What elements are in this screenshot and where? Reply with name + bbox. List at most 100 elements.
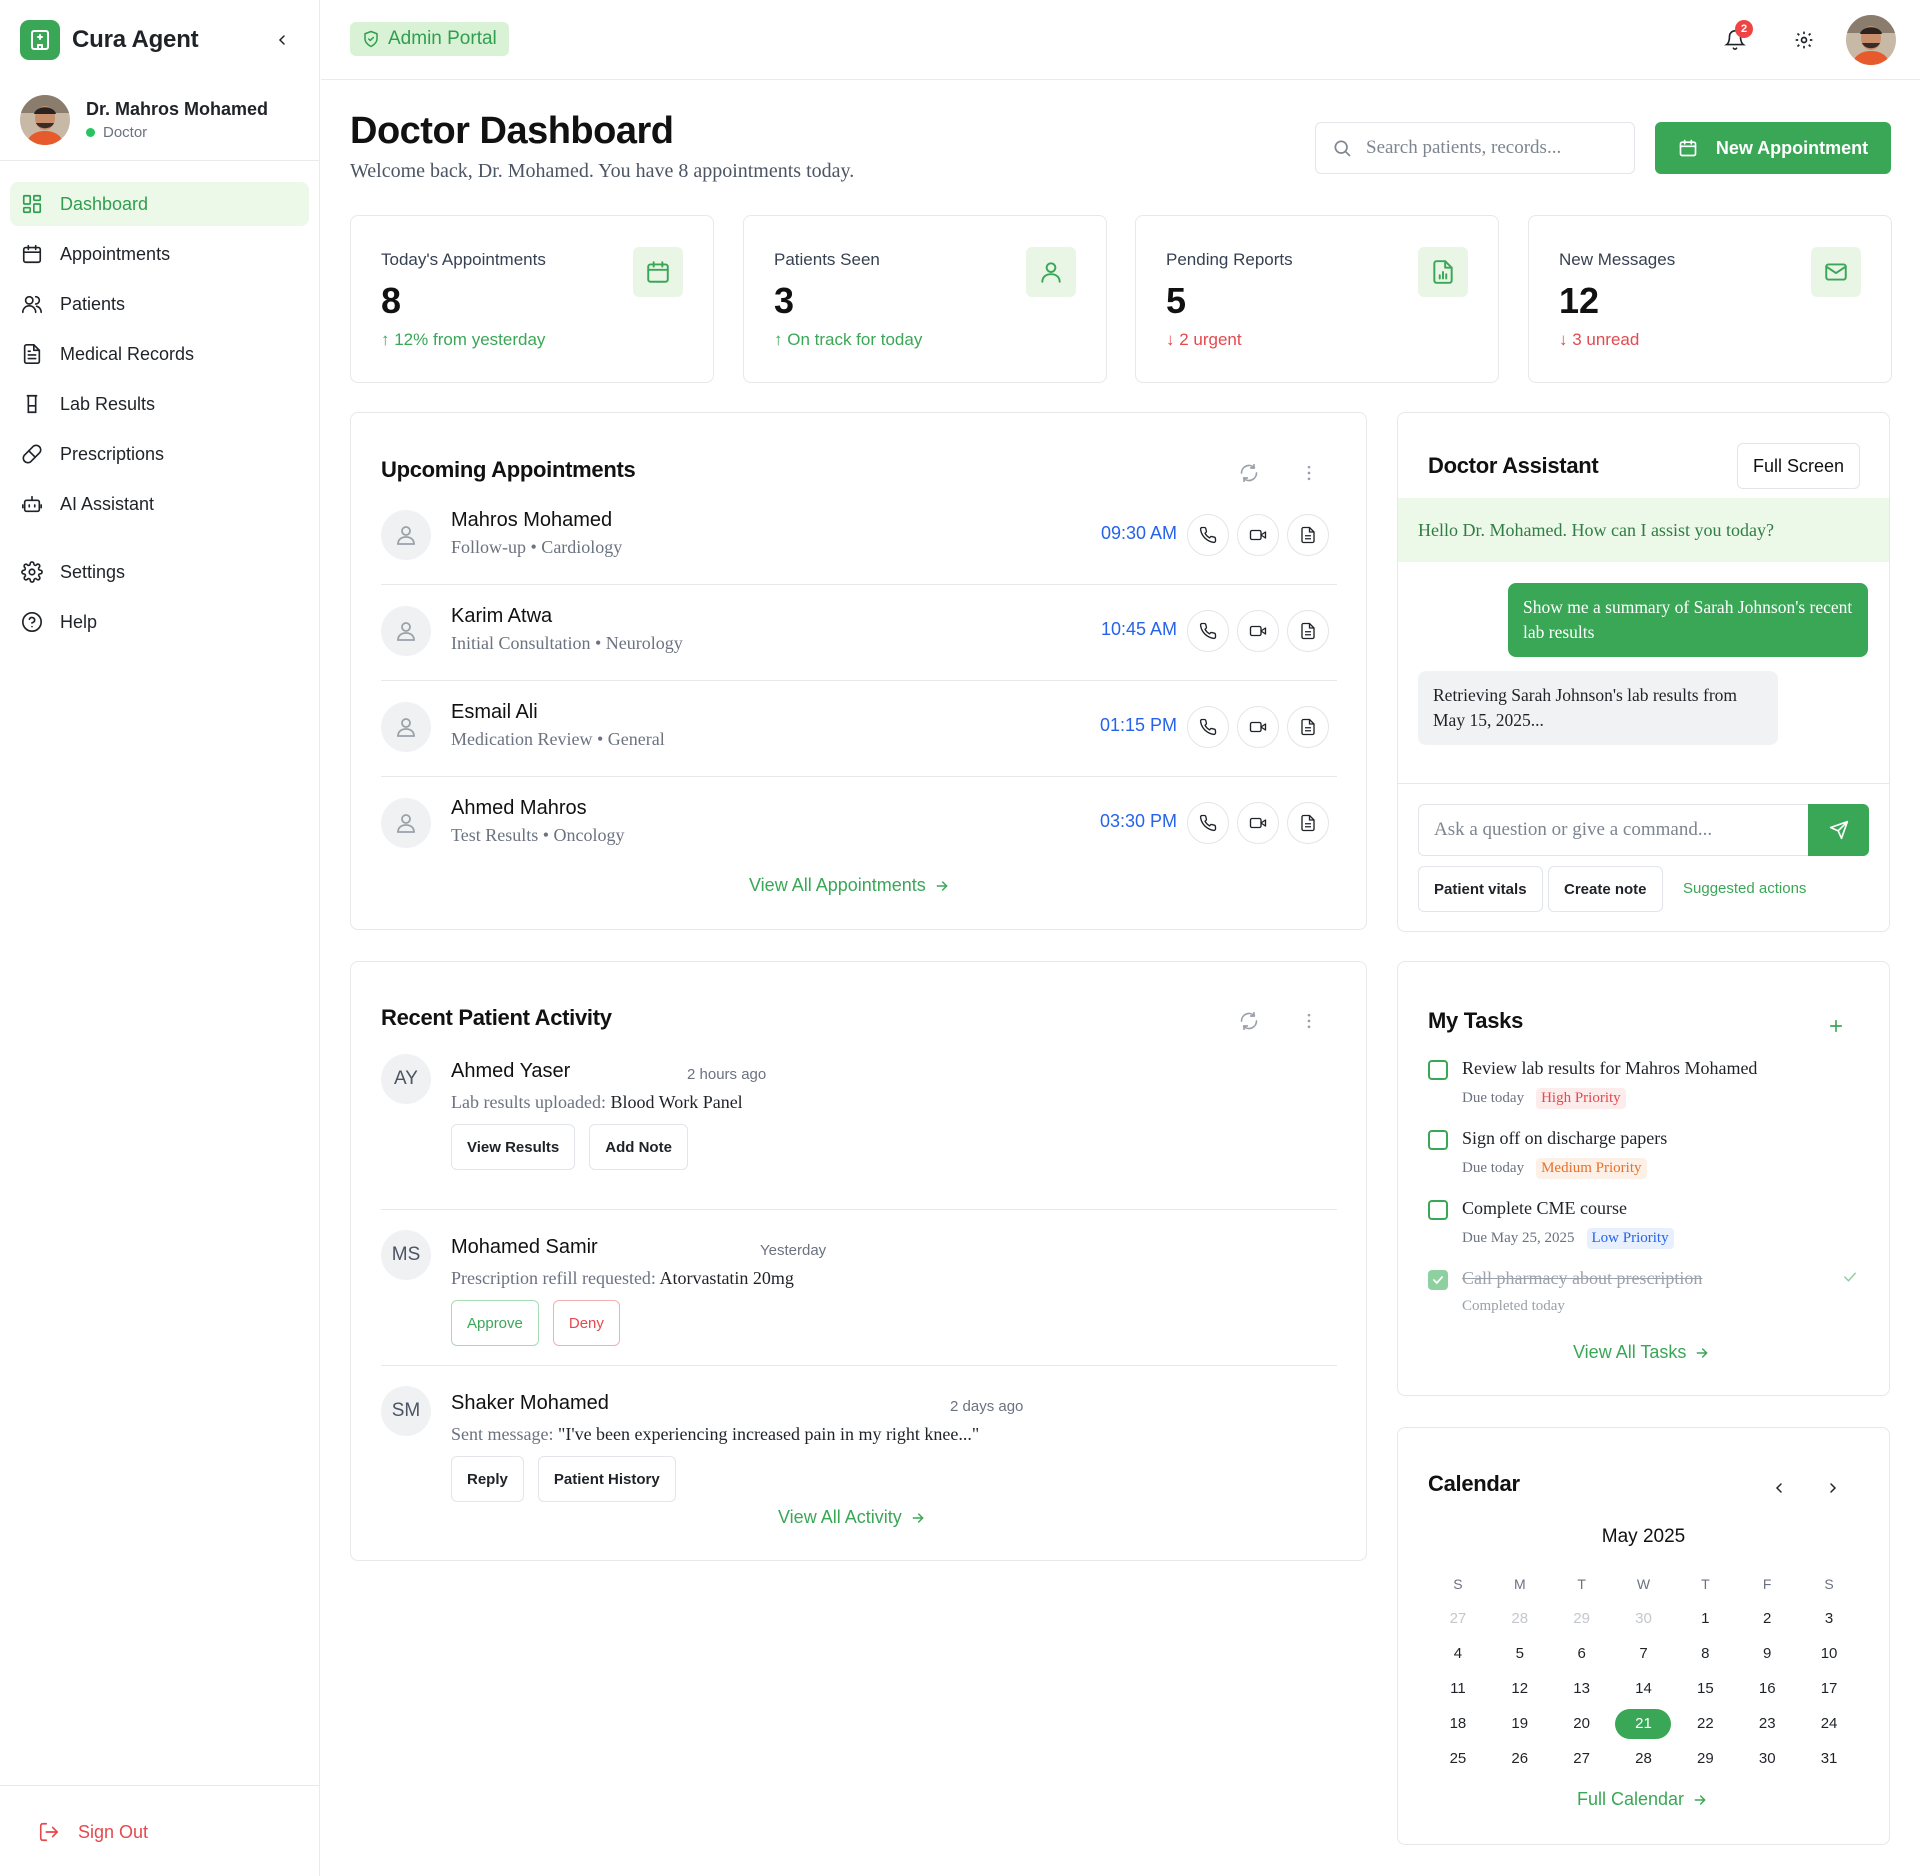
approve-button[interactable]: Approve bbox=[451, 1300, 539, 1346]
sidebar-item-prescriptions[interactable]: Prescriptions bbox=[10, 432, 309, 476]
search-box[interactable] bbox=[1315, 122, 1635, 174]
add-task-button[interactable] bbox=[1822, 1012, 1850, 1040]
view-record-button[interactable] bbox=[1287, 610, 1329, 652]
video-call-button[interactable] bbox=[1237, 514, 1279, 556]
appointment-row[interactable]: Esmail Ali Medication Review • General 0… bbox=[381, 681, 1337, 777]
refresh-button[interactable] bbox=[1235, 1007, 1263, 1035]
call-button[interactable] bbox=[1187, 514, 1229, 556]
sidebar-item-appointments[interactable]: Appointments bbox=[10, 232, 309, 276]
user-avatar-button[interactable] bbox=[1846, 15, 1896, 65]
send-button[interactable] bbox=[1808, 804, 1869, 856]
calendar-day[interactable]: 7 bbox=[1613, 1636, 1675, 1671]
previous-month-button[interactable] bbox=[1765, 1474, 1793, 1502]
appointment-row[interactable]: Karim Atwa Initial Consultation • Neurol… bbox=[381, 585, 1337, 681]
calendar-day[interactable]: 30 bbox=[1736, 1741, 1798, 1776]
notifications-button[interactable]: 2 bbox=[1719, 20, 1753, 56]
search-input[interactable] bbox=[1366, 137, 1626, 159]
calendar-day[interactable]: 14 bbox=[1613, 1671, 1675, 1706]
calendar-day[interactable]: 9 bbox=[1736, 1636, 1798, 1671]
settings-button[interactable] bbox=[1788, 24, 1820, 56]
refresh-button[interactable] bbox=[1235, 459, 1263, 487]
stat-card-patients-seen[interactable]: Patients Seen 3 ↑ On track for today bbox=[743, 215, 1107, 383]
calendar-day[interactable]: 24 bbox=[1798, 1706, 1860, 1741]
task-checkbox[interactable] bbox=[1428, 1270, 1448, 1290]
sidebar-item-help[interactable]: Help bbox=[10, 600, 309, 644]
calendar-day[interactable]: 15 bbox=[1674, 1671, 1736, 1706]
calendar-day[interactable]: 10 bbox=[1798, 1636, 1860, 1671]
calendar-day[interactable]: 23 bbox=[1736, 1706, 1798, 1741]
calendar-day[interactable]: 13 bbox=[1551, 1671, 1613, 1706]
more-options-button[interactable] bbox=[1295, 1007, 1323, 1035]
calendar-day[interactable]: 12 bbox=[1489, 1671, 1551, 1706]
calendar-day[interactable]: 16 bbox=[1736, 1671, 1798, 1706]
task-checkbox[interactable] bbox=[1428, 1060, 1448, 1080]
task-checkbox[interactable] bbox=[1428, 1130, 1448, 1150]
calendar-day[interactable]: 11 bbox=[1427, 1671, 1489, 1706]
calendar-day[interactable]: 29 bbox=[1551, 1601, 1613, 1636]
view-record-button[interactable] bbox=[1287, 514, 1329, 556]
calendar-day[interactable]: 3 bbox=[1798, 1601, 1860, 1636]
calendar-day[interactable]: 29 bbox=[1674, 1741, 1736, 1776]
calendar-day[interactable]: 20 bbox=[1551, 1706, 1613, 1741]
appointment-row[interactable]: Ahmed Mahros Test Results • Oncology 03:… bbox=[381, 777, 1337, 873]
calendar-day[interactable]: 28 bbox=[1489, 1601, 1551, 1636]
calendar-day[interactable]: 25 bbox=[1427, 1741, 1489, 1776]
calendar-day[interactable]: 30 bbox=[1613, 1601, 1675, 1636]
sidebar-item-medical-records[interactable]: Medical Records bbox=[10, 332, 309, 376]
video-call-button[interactable] bbox=[1237, 706, 1279, 748]
assistant-input[interactable] bbox=[1434, 819, 1794, 841]
deny-button[interactable]: Deny bbox=[552, 1300, 620, 1346]
calendar-day[interactable]: 31 bbox=[1798, 1741, 1860, 1776]
calendar-day[interactable]: 17 bbox=[1798, 1671, 1860, 1706]
sidebar-item-ai-assistant[interactable]: AI Assistant bbox=[10, 482, 309, 526]
patient-vitals-chip[interactable]: Patient vitals bbox=[1418, 866, 1543, 912]
user-profile[interactable]: Dr. Mahros Mohamed Doctor bbox=[20, 95, 300, 145]
sidebar-item-dashboard[interactable]: Dashboard bbox=[10, 182, 309, 226]
calendar-day[interactable]: 27 bbox=[1551, 1741, 1613, 1776]
full-calendar-link[interactable]: Full Calendar bbox=[1577, 1789, 1708, 1810]
calendar-day[interactable]: 2 bbox=[1736, 1601, 1798, 1636]
sidebar-item-settings[interactable]: Settings bbox=[10, 550, 309, 594]
new-appointment-button[interactable]: New Appointment bbox=[1655, 122, 1891, 174]
sidebar-item-patients[interactable]: Patients bbox=[10, 282, 309, 326]
collapse-sidebar-button[interactable] bbox=[270, 28, 294, 52]
next-month-button[interactable] bbox=[1819, 1474, 1847, 1502]
calendar-day[interactable]: 5 bbox=[1489, 1636, 1551, 1671]
view-results-button[interactable]: View Results bbox=[451, 1124, 576, 1170]
task-checkbox[interactable] bbox=[1428, 1200, 1448, 1220]
create-note-chip[interactable]: Create note bbox=[1548, 866, 1663, 912]
view-record-button[interactable] bbox=[1287, 802, 1329, 844]
calendar-day[interactable]: 8 bbox=[1674, 1636, 1736, 1671]
calendar-day[interactable]: 18 bbox=[1427, 1706, 1489, 1741]
view-all-tasks-link[interactable]: View All Tasks bbox=[1573, 1342, 1710, 1363]
calendar-day[interactable]: 26 bbox=[1489, 1741, 1551, 1776]
stat-card-pending-reports[interactable]: Pending Reports 5 ↓ 2 urgent bbox=[1135, 215, 1499, 383]
calendar-day[interactable]: 1 bbox=[1674, 1601, 1736, 1636]
calendar-day[interactable]: 22 bbox=[1674, 1706, 1736, 1741]
video-call-button[interactable] bbox=[1237, 610, 1279, 652]
stat-card-new-messages[interactable]: New Messages 12 ↓ 3 unread bbox=[1528, 215, 1892, 383]
view-record-button[interactable] bbox=[1287, 706, 1329, 748]
view-all-appointments-link[interactable]: View All Appointments bbox=[749, 875, 950, 896]
video-call-button[interactable] bbox=[1237, 802, 1279, 844]
calendar-day[interactable]: 6 bbox=[1551, 1636, 1613, 1671]
patient-history-button[interactable]: Patient History bbox=[537, 1456, 676, 1502]
stat-card-appointments[interactable]: Today's Appointments 8 ↑ 12% from yester… bbox=[350, 215, 714, 383]
assistant-input-wrapper[interactable] bbox=[1418, 804, 1809, 856]
call-button[interactable] bbox=[1187, 802, 1229, 844]
appointment-row[interactable]: Mahros Mohamed Follow-up • Cardiology 09… bbox=[381, 489, 1337, 585]
call-button[interactable] bbox=[1187, 706, 1229, 748]
calendar-day[interactable]: 4 bbox=[1427, 1636, 1489, 1671]
add-note-button[interactable]: Add Note bbox=[589, 1124, 688, 1170]
brand[interactable]: Cura Agent bbox=[20, 20, 300, 60]
calendar-day-today[interactable]: 21 bbox=[1613, 1706, 1675, 1741]
calendar-day[interactable]: 28 bbox=[1613, 1741, 1675, 1776]
call-button[interactable] bbox=[1187, 610, 1229, 652]
calendar-day[interactable]: 27 bbox=[1427, 1601, 1489, 1636]
view-all-activity-link[interactable]: View All Activity bbox=[778, 1507, 926, 1528]
full-screen-button[interactable]: Full Screen bbox=[1737, 443, 1861, 489]
reply-button[interactable]: Reply bbox=[451, 1456, 524, 1502]
sign-out-button[interactable]: Sign Out bbox=[38, 1816, 148, 1848]
sidebar-item-lab-results[interactable]: Lab Results bbox=[10, 382, 309, 426]
calendar-day[interactable]: 19 bbox=[1489, 1706, 1551, 1741]
